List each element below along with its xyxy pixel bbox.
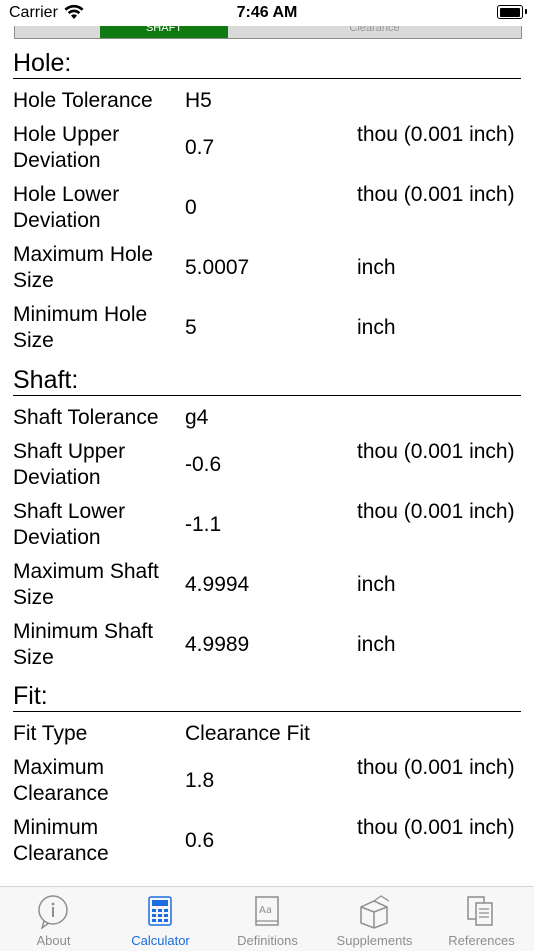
svg-text:Aa: Aa xyxy=(259,905,272,916)
row-label: Maximum Clearance xyxy=(13,756,109,805)
box-icon xyxy=(355,895,393,929)
row-value: 5 xyxy=(185,316,197,339)
row-value: 4.9994 xyxy=(185,573,250,596)
tab-label: Calculator xyxy=(131,933,190,948)
tab-supplements[interactable]: Supplements xyxy=(321,887,428,951)
segment-shaft[interactable]: SHAFT xyxy=(100,26,228,38)
row-unit: thou (0.001 inch) xyxy=(357,183,515,206)
calculator-icon xyxy=(141,895,179,929)
row-value: 4.9989 xyxy=(185,633,250,656)
tab-label: About xyxy=(36,933,71,948)
tab-label: References xyxy=(448,933,515,948)
row-unit: inch xyxy=(357,256,396,279)
row-value: H5 xyxy=(185,89,212,112)
row-value: 0.7 xyxy=(185,136,215,159)
row-label: Minimum Shaft Size xyxy=(13,620,154,669)
row-label: Maximum Hole Size xyxy=(13,243,154,292)
tab-label: Supplements xyxy=(336,933,413,948)
row-value: 1.8 xyxy=(185,769,215,792)
row-label: Hole Tolerance xyxy=(13,89,153,112)
row-value: -0.6 xyxy=(185,453,222,476)
tab-bar: About Calculator Aa Definitions Suppleme… xyxy=(0,886,534,951)
row-unit: thou (0.001 inch) xyxy=(357,500,515,523)
row-label: Minimum Clearance xyxy=(13,816,109,865)
row-value: g4 xyxy=(185,406,209,429)
row-value: 5.0007 xyxy=(185,256,250,279)
segmented-control: SHAFT Clearance xyxy=(14,26,522,39)
tab-label: Definitions xyxy=(237,933,298,948)
hole-divider xyxy=(13,78,521,79)
row-value: 0 xyxy=(185,196,197,219)
row-label: Minimum Hole Size xyxy=(13,303,148,352)
shaft-section-title: Shaft: xyxy=(13,366,79,394)
row-unit: thou (0.001 inch) xyxy=(357,756,515,779)
fit-divider xyxy=(13,711,521,712)
row-label: Hole Upper Deviation xyxy=(13,123,120,172)
tab-calculator[interactable]: Calculator xyxy=(107,887,214,951)
tab-about[interactable]: About xyxy=(0,887,107,951)
hole-section-title: Hole: xyxy=(13,49,72,77)
row-unit: inch xyxy=(357,633,396,656)
row-unit: thou (0.001 inch) xyxy=(357,123,515,146)
row-label: Fit Type xyxy=(13,722,88,745)
status-bar: Carrier 7:46 AM xyxy=(0,0,534,28)
row-unit: inch xyxy=(357,316,396,339)
row-value: Clearance Fit xyxy=(185,722,310,745)
clock: 7:46 AM xyxy=(236,4,298,21)
row-value: -1.1 xyxy=(185,513,222,536)
battery-icon xyxy=(497,5,527,19)
row-label: Shaft Upper Deviation xyxy=(13,440,126,489)
row-label: Maximum Shaft Size xyxy=(13,560,159,609)
row-value: 0.6 xyxy=(185,829,215,852)
row-label: Shaft Tolerance xyxy=(13,406,159,429)
row-unit: thou (0.001 inch) xyxy=(357,440,515,463)
tab-definitions[interactable]: Aa Definitions xyxy=(214,887,321,951)
info-icon xyxy=(34,895,72,930)
dictionary-icon: Aa xyxy=(248,895,286,929)
row-unit: inch xyxy=(357,573,396,596)
books-icon xyxy=(462,895,500,929)
row-label: Hole Lower Deviation xyxy=(13,183,120,232)
row-label: Shaft Lower Deviation xyxy=(13,500,126,549)
tab-references[interactable]: References xyxy=(428,887,534,951)
shaft-divider xyxy=(13,395,521,396)
fit-section-title: Fit: xyxy=(13,682,48,710)
segment-clearance[interactable]: Clearance xyxy=(228,26,521,38)
row-unit: thou (0.001 inch) xyxy=(357,816,515,839)
